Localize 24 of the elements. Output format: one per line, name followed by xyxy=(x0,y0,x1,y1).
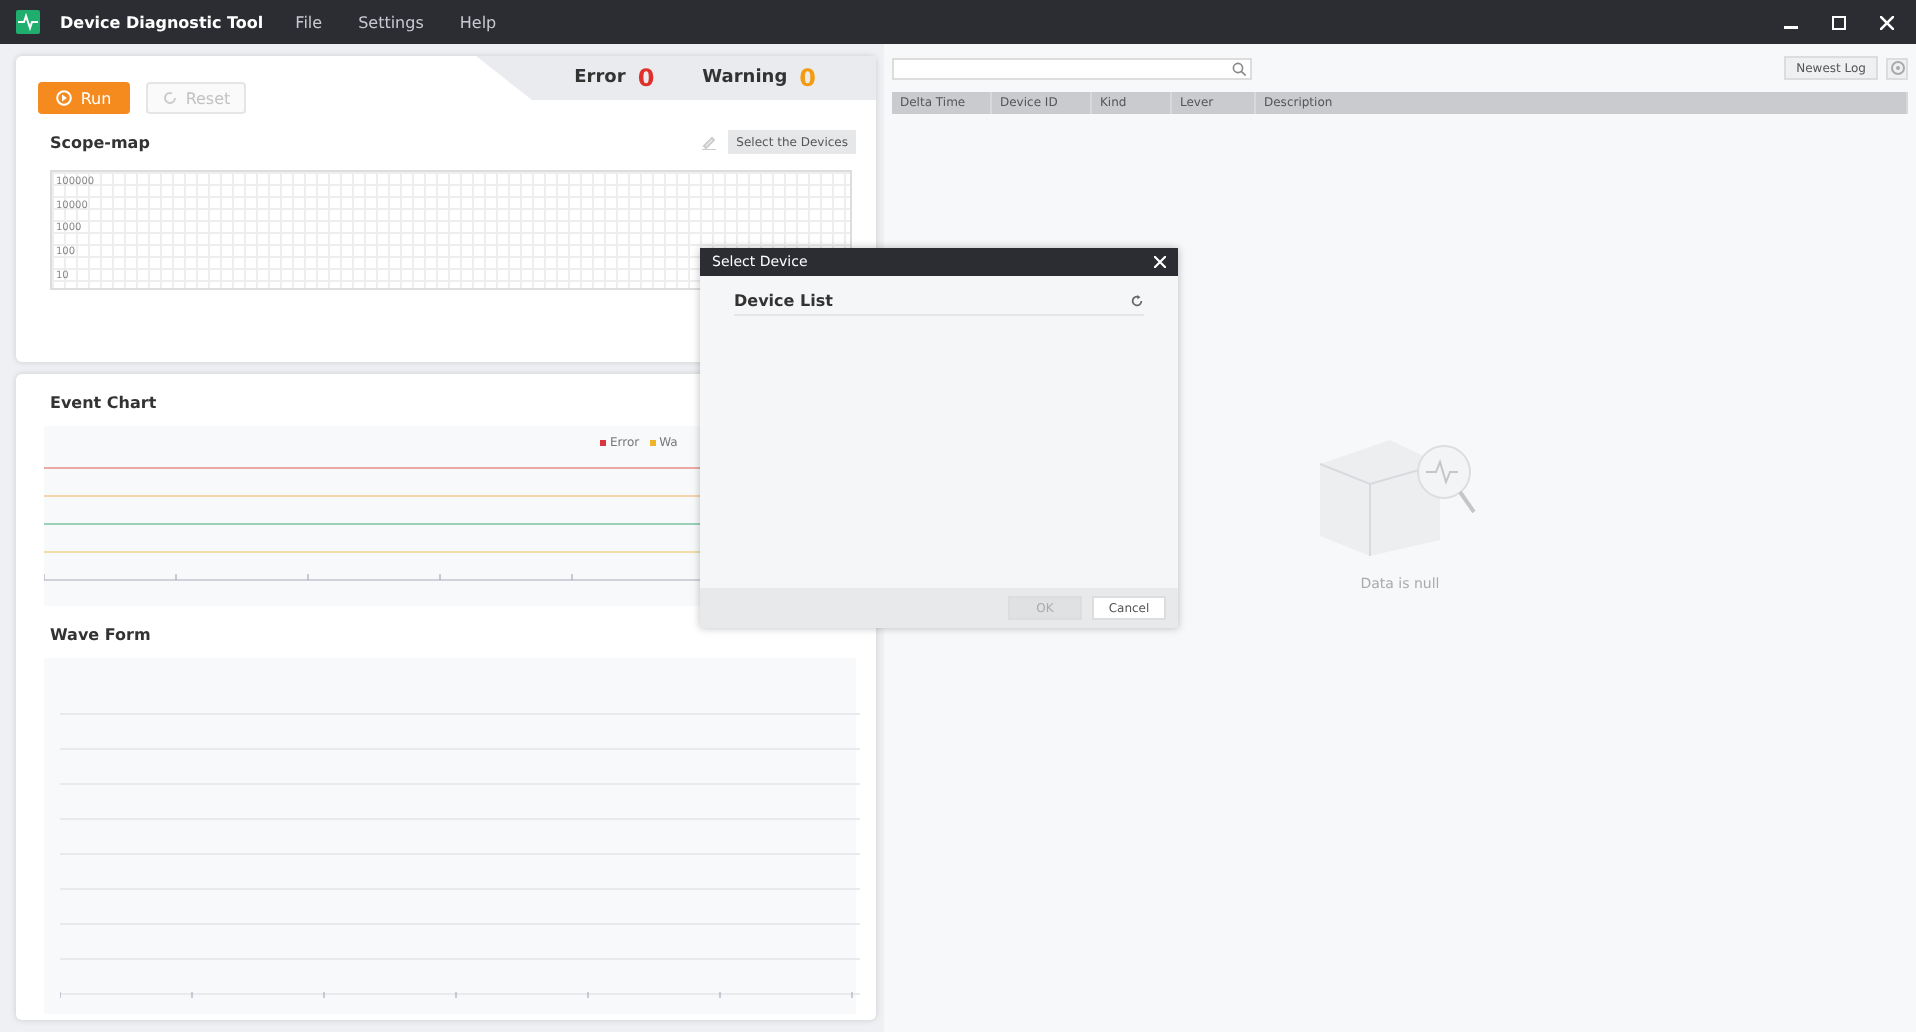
section-title: Event Chart xyxy=(50,393,157,411)
close-icon[interactable] xyxy=(1154,256,1166,268)
menu-item[interactable]: Help xyxy=(459,13,497,31)
section-title: Scope-map xyxy=(50,133,150,151)
app-title: Device Diagnostic Tool xyxy=(60,13,264,31)
status-count: 0 xyxy=(799,64,816,92)
status-count: 0 xyxy=(637,64,655,92)
maximize-icon xyxy=(1831,15,1845,29)
status-label: Warning xyxy=(702,68,788,88)
play-icon xyxy=(56,90,73,106)
list-title: Device List xyxy=(734,292,833,310)
app-logo-icon xyxy=(16,10,40,34)
search-field[interactable] xyxy=(892,57,1252,79)
settings-icon xyxy=(1889,60,1905,76)
edit-icon xyxy=(702,135,717,149)
refresh-icon[interactable] xyxy=(1130,294,1144,308)
close-icon xyxy=(1879,15,1893,29)
status-label: Error xyxy=(574,68,626,88)
search-icon xyxy=(1232,61,1246,75)
section-title: Wave Form xyxy=(50,625,151,643)
run-button[interactable]: Run xyxy=(38,82,130,114)
refresh-icon xyxy=(161,90,178,106)
menu-item[interactable]: File xyxy=(295,13,323,31)
menu-item[interactable]: Settings xyxy=(358,13,424,31)
